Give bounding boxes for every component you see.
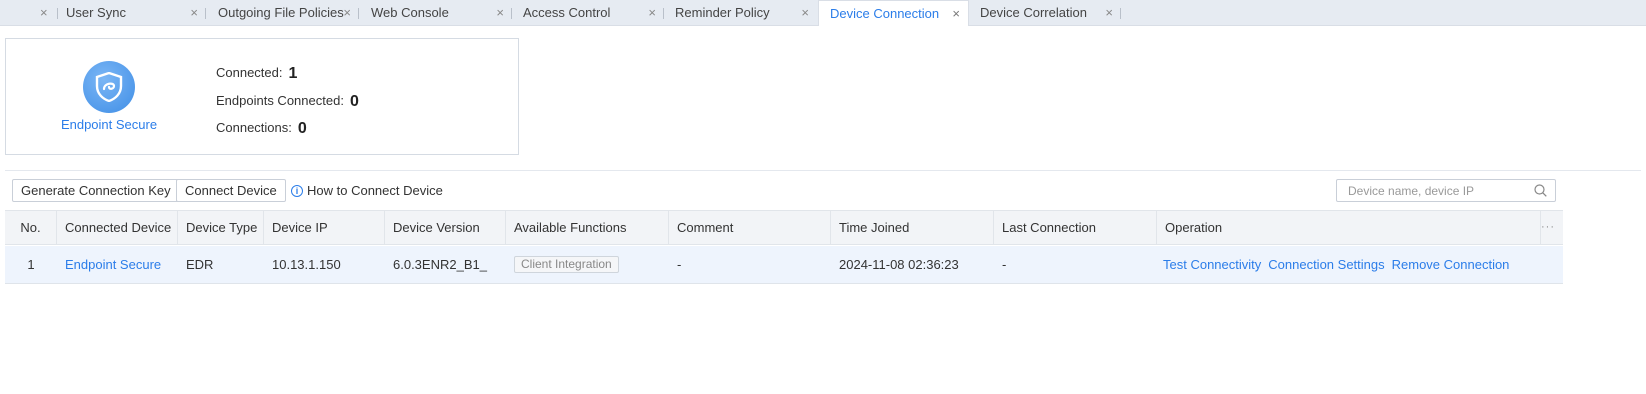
tab-separator: [205, 8, 206, 19]
stat-value: 1: [288, 65, 298, 82]
stat-value: 0: [297, 120, 307, 137]
close-icon[interactable]: ×: [496, 0, 504, 26]
close-icon[interactable]: ×: [952, 1, 960, 27]
tab-label: Reminder Policy: [675, 5, 770, 20]
device-name-label[interactable]: Endpoint Secure: [6, 117, 212, 132]
stat-endpoints-connected: Endpoints Connected: 0: [216, 92, 359, 110]
tab-access-control[interactable]: Access Control ×: [512, 0, 664, 26]
tab-device-connection[interactable]: Device Connection ×: [818, 0, 969, 26]
column-header-device-type: Device Type: [178, 211, 264, 245]
cell-device-version: 6.0.3ENR2_B1_: [393, 257, 487, 272]
tab-label: Web Console: [371, 5, 449, 20]
tab-label: Access Control: [523, 5, 611, 20]
device-search[interactable]: [1336, 179, 1556, 202]
connection-settings-link[interactable]: Connection Settings: [1268, 257, 1384, 272]
cell-device-type: EDR: [186, 257, 214, 272]
tab-user-sync[interactable]: User Sync ×: [55, 0, 206, 26]
tab-web-console[interactable]: Web Console ×: [360, 0, 512, 26]
close-icon[interactable]: ×: [1105, 0, 1113, 26]
column-settings-icon[interactable]: ···: [1541, 221, 1555, 233]
close-icon[interactable]: ×: [40, 0, 48, 26]
search-icon[interactable]: [1534, 184, 1547, 197]
close-icon[interactable]: ×: [801, 0, 809, 26]
cell-connected-device[interactable]: Endpoint Secure: [57, 246, 178, 283]
cell-no: 1: [27, 257, 35, 272]
device-summary-card: Endpoint Secure Connected: 1 Endpoints Co…: [5, 38, 519, 155]
help-link-label: How to Connect Device: [307, 183, 443, 198]
column-header-no: No.: [5, 211, 57, 245]
tab-device-correlation[interactable]: Device Correlation ×: [969, 0, 1121, 26]
column-header-last-connection: Last Connection: [994, 211, 1157, 245]
stat-connections: Connections: 0: [216, 119, 307, 137]
column-header-time-joined: Time Joined: [831, 211, 994, 245]
tab-bar: × User Sync × Outgoing File Policies × W…: [0, 0, 1646, 26]
tab-label: Device Correlation: [980, 5, 1087, 20]
table-row: 1 Endpoint Secure EDR 10.13.1.150 6.0.3E…: [5, 246, 1563, 284]
column-header-available-functions: Available Functions: [506, 211, 669, 245]
cell-operation: Test Connectivity Connection Settings Remo…: [1155, 246, 1555, 283]
search-input[interactable]: [1348, 182, 1528, 199]
column-header-device-version: Device Version: [385, 211, 506, 245]
stat-value: 0: [349, 93, 359, 110]
tab-separator: [1120, 8, 1121, 19]
column-header-connected-device: Connected Device: [57, 211, 178, 245]
stat-connected: Connected: 1: [216, 64, 297, 82]
tab-separator: [358, 8, 359, 19]
stat-label: Endpoints Connected:: [216, 93, 344, 108]
generate-connection-key-button[interactable]: Generate Connection Key: [12, 179, 180, 202]
stat-label: Connected:: [216, 65, 283, 80]
column-header-comment: Comment: [669, 211, 831, 245]
section-divider: [5, 170, 1641, 171]
table-header: No. Connected Device Device Type Device …: [5, 210, 1563, 245]
test-connectivity-link[interactable]: Test Connectivity: [1163, 257, 1261, 272]
remove-connection-link[interactable]: Remove Connection: [1392, 257, 1510, 272]
cell-time-joined: 2024-11-08 02:36:23: [839, 257, 959, 272]
connect-device-button[interactable]: Connect Device: [176, 179, 286, 202]
tab-reminder-policy[interactable]: Reminder Policy ×: [664, 0, 817, 26]
close-icon[interactable]: ×: [190, 0, 198, 26]
how-to-connect-link[interactable]: i How to Connect Device: [291, 183, 443, 198]
tab-outgoing-file-policies[interactable]: Outgoing File Policies ×: [207, 0, 359, 26]
tab-label: User Sync: [66, 5, 126, 20]
cell-device-ip: 10.13.1.150: [272, 257, 341, 272]
stat-label: Connections:: [216, 120, 292, 135]
close-icon[interactable]: ×: [343, 0, 351, 26]
tab-label: Device Connection: [830, 6, 940, 21]
tab-label: Outgoing File Policies: [218, 5, 344, 20]
cell-last-connection: -: [1002, 257, 1007, 272]
column-header-device-ip: Device IP: [264, 211, 385, 245]
function-tag: Client Integration: [514, 256, 619, 273]
info-icon: i: [291, 185, 303, 197]
column-header-operation: Operation: [1157, 211, 1541, 245]
close-icon[interactable]: ×: [648, 0, 656, 26]
shield-icon: [95, 72, 123, 102]
cell-comment: -: [677, 257, 682, 272]
cell-available-functions: Client Integration: [506, 246, 669, 283]
endpoint-secure-logo-icon: [83, 61, 135, 113]
